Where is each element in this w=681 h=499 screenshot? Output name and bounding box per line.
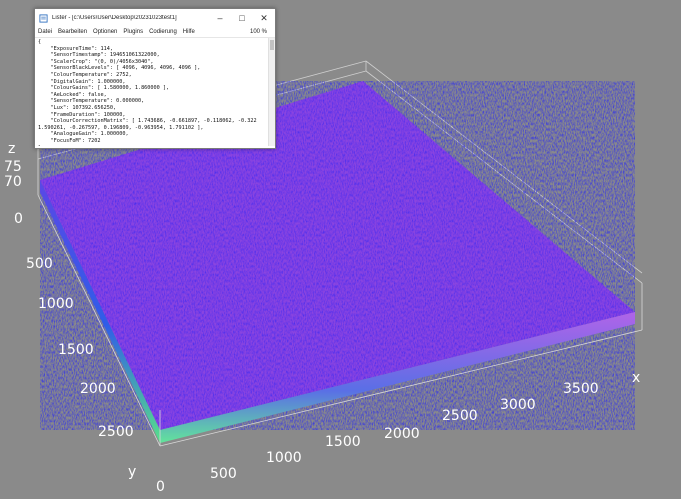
x-tick-label: 1000 [266, 450, 302, 466]
file-content[interactable]: { "ExposureTime": 114, "SensorTimestamp"… [35, 38, 275, 146]
x-tick-label: 2000 [384, 426, 420, 442]
scrollbar-thumb[interactable] [270, 40, 274, 50]
lister-window[interactable]: Lister - [c:\Users\User\Desktop\20231023… [34, 8, 276, 149]
y-tick-label: 2500 [98, 424, 134, 440]
zoom-level: 100 % [249, 29, 267, 35]
x-tick-label: 3000 [500, 397, 536, 413]
app-icon [39, 13, 48, 23]
vertical-scrollbar[interactable] [268, 38, 275, 146]
content-line: "AnalogueGain": 1.000000, [38, 131, 129, 138]
x-tick-label: 1500 [325, 434, 361, 450]
content-line: "ExposureTime": 114, [38, 45, 113, 52]
z-axis-name: z [8, 141, 15, 157]
menu-codierung[interactable]: Codierung [149, 29, 177, 35]
content-line: "ColourGains": [ 1.580000, 1.860000 ], [38, 85, 170, 92]
y-tick-label: 2000 [80, 381, 116, 397]
menu-hilfe[interactable]: Hilfe [183, 29, 195, 35]
menu-plugins[interactable]: Plugins [123, 29, 143, 35]
z-tick-label: 75 [4, 159, 22, 175]
content-line: "Lux": 107392.656250, [38, 104, 117, 111]
maximize-icon[interactable]: □ [231, 9, 253, 27]
minimize-icon[interactable]: – [209, 9, 231, 27]
content-line: "ColourCorrectionMatrix": [ 1.743686, -0… [38, 118, 257, 125]
y-tick-label: 1500 [58, 342, 94, 358]
content-line: "AeLocked": false, [38, 91, 107, 98]
content-line: "ScalerCrop": "(0, 0)/4056x3040", [38, 58, 154, 65]
content-line: "FocusFoM": 7202 [38, 137, 101, 144]
x-tick-label: 500 [210, 466, 237, 482]
x-tick-label: 3500 [563, 381, 599, 397]
content-line: 1.590261, -0.267597, 0.196809, -0.963954… [38, 124, 204, 131]
content-line: { [38, 39, 42, 45]
window-title: Lister - [c:\Users\User\Desktop\20231023… [52, 15, 177, 21]
menu-bar: Datei Bearbeiten Optionen Plugins Codier… [35, 27, 275, 38]
close-icon[interactable]: ✕ [253, 9, 275, 27]
y-tick-label: 500 [26, 256, 53, 272]
title-bar[interactable]: Lister - [c:\Users\User\Desktop\20231023… [35, 9, 275, 27]
x-axis-name: x [632, 370, 640, 386]
content-line: "SensorTemperature": 0.000000, [38, 98, 145, 105]
y-axis-name: y [128, 464, 136, 480]
z-tick-label: 70 [4, 174, 22, 190]
z-tick-label: 0 [14, 211, 23, 227]
x-tick-label: 2500 [442, 408, 478, 424]
content-line: } [38, 145, 275, 147]
content-line: "SensorTimestamp": 194651061322000, [38, 52, 160, 59]
content-line: "ColourTemperature": 2752, [38, 71, 132, 78]
y-tick-label: 1000 [38, 296, 74, 312]
content-line: "DigitalGain": 1.000000, [38, 78, 126, 85]
menu-optionen[interactable]: Optionen [93, 29, 117, 35]
menu-datei[interactable]: Datei [38, 29, 52, 35]
content-line: "SensorBlackLevels": [ 4096, 4096, 4096,… [38, 65, 201, 72]
menu-bearbeiten[interactable]: Bearbeiten [58, 29, 87, 35]
x-tick-label: 0 [156, 479, 165, 495]
content-line: "FrameDuration": 100000, [38, 111, 126, 118]
